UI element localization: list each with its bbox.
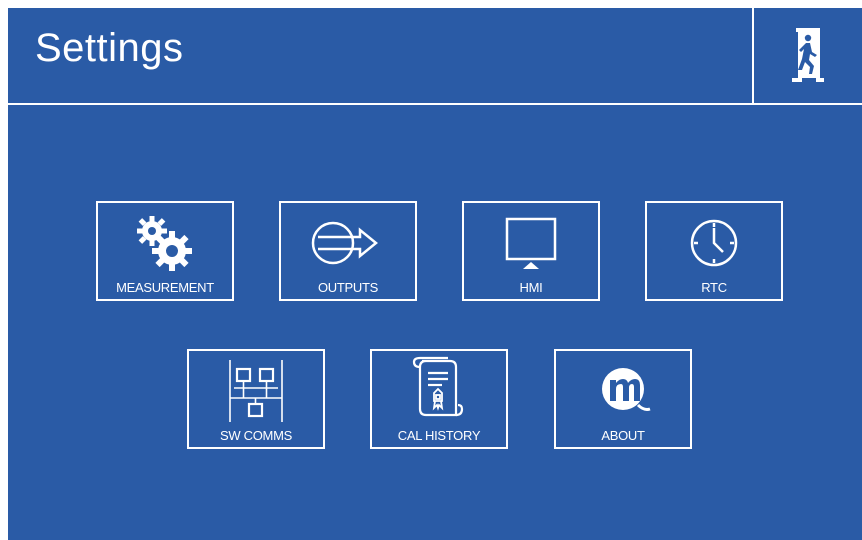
hmi-button[interactable]: HMI bbox=[462, 201, 600, 301]
rtc-button[interactable]: RTC bbox=[645, 201, 783, 301]
outputs-label: OUTPUTS bbox=[317, 280, 378, 295]
m-logo-icon bbox=[602, 368, 651, 411]
measurement-button[interactable]: MEASUREMENT bbox=[96, 201, 234, 301]
outputs-button[interactable]: OUTPUTS bbox=[279, 201, 417, 301]
emergency-exit-icon bbox=[792, 28, 824, 82]
network-icon bbox=[229, 360, 283, 422]
measurement-label: MEASUREMENT bbox=[116, 280, 214, 295]
settings-screen: Settings MEASUREMENT OUTPUTS HMI RTC SW … bbox=[8, 8, 862, 540]
certificate-scroll-icon bbox=[412, 356, 464, 417]
about-label: ABOUT bbox=[601, 428, 645, 443]
sw-comms-button[interactable]: SW COMMS bbox=[187, 349, 325, 449]
header-bar: Settings bbox=[8, 8, 862, 105]
output-arrow-icon bbox=[311, 221, 378, 265]
cal-history-button[interactable]: CAL HISTORY bbox=[370, 349, 508, 449]
page-title: Settings bbox=[35, 26, 184, 70]
clock-icon bbox=[690, 219, 738, 267]
rtc-label: RTC bbox=[701, 280, 727, 295]
cal-history-label: CAL HISTORY bbox=[397, 428, 481, 443]
about-button[interactable]: ABOUT bbox=[554, 349, 692, 449]
sw-comms-label: SW COMMS bbox=[220, 428, 292, 443]
gears-icon bbox=[137, 216, 192, 271]
hmi-label: HMI bbox=[519, 280, 543, 295]
exit-button[interactable] bbox=[754, 8, 862, 103]
monitor-icon bbox=[505, 217, 557, 269]
